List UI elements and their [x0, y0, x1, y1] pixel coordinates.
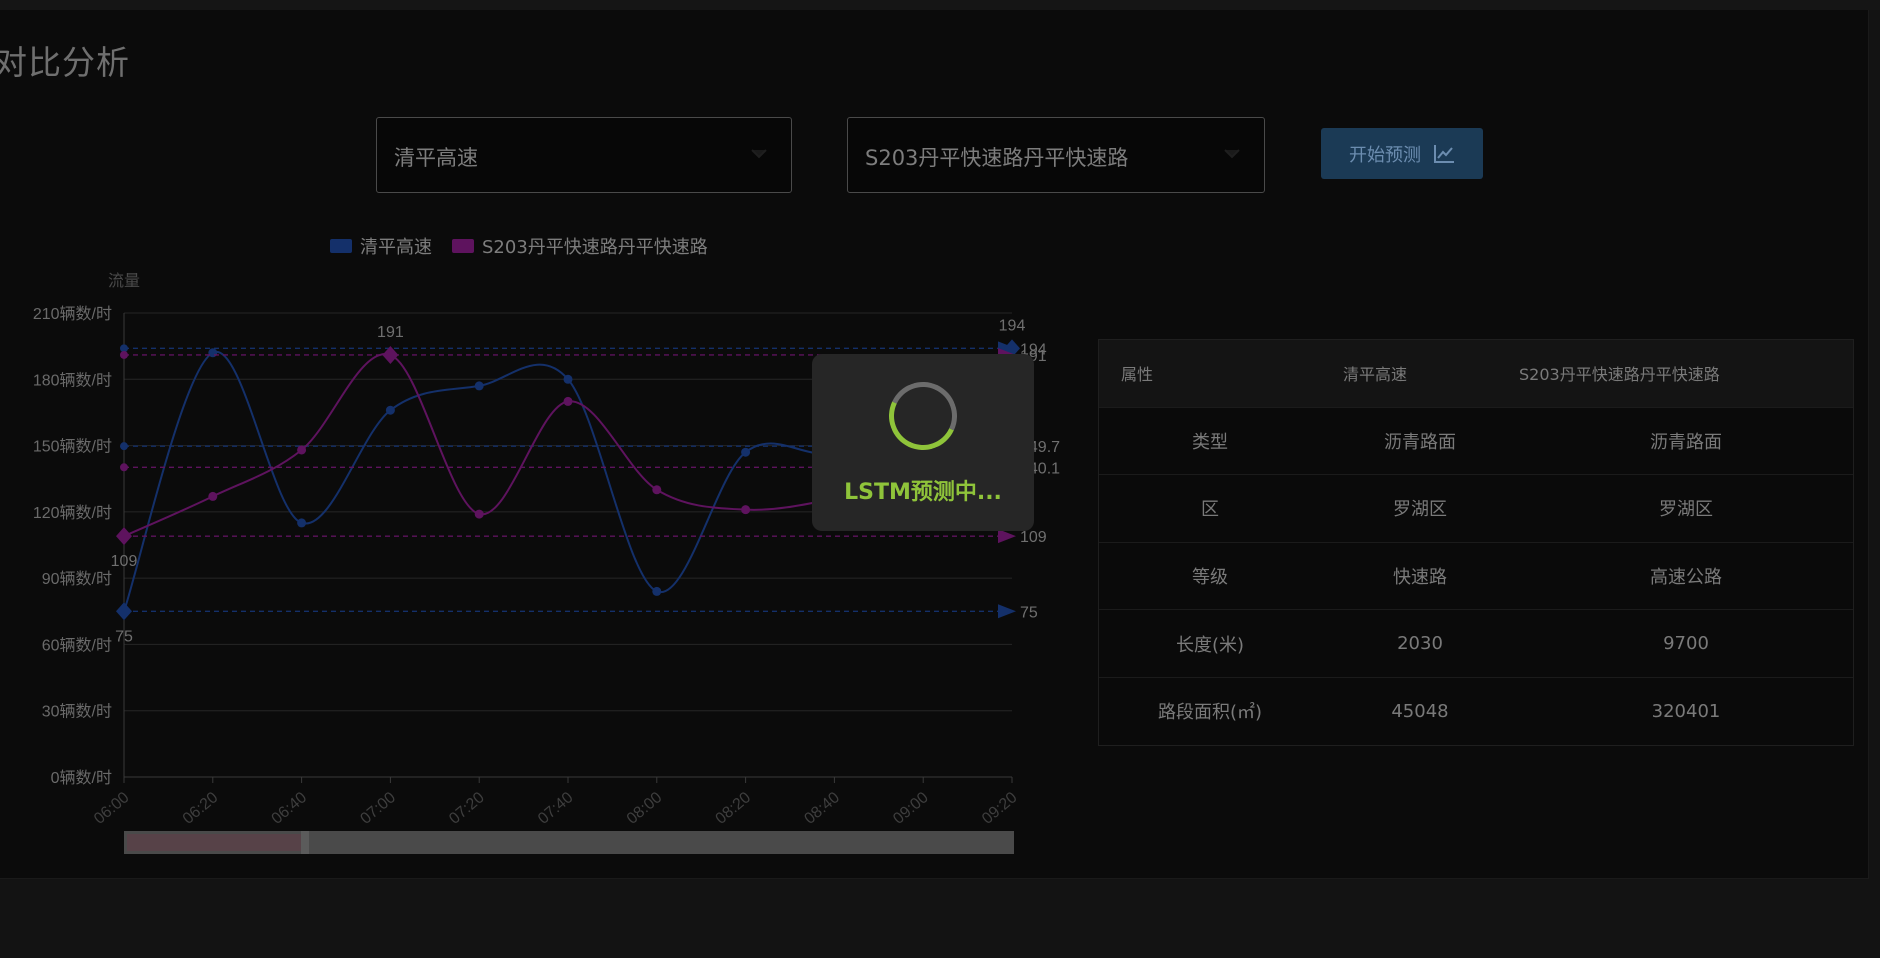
- markline-min-label: 75: [1020, 604, 1038, 621]
- x-tick-label: 09:00: [890, 789, 932, 828]
- mark-point-min-label: 109: [111, 553, 138, 570]
- data-zoom-slider[interactable]: [124, 831, 1014, 854]
- road-b-select-value: S203丹平快速路丹平快速路: [865, 146, 1129, 170]
- table-header-cell: 清平高速: [1343, 365, 1408, 385]
- data-point: [474, 381, 484, 391]
- markline-max-start: [120, 350, 128, 359]
- legend-item-road-a[interactable]: 清平高速: [330, 233, 432, 259]
- data-point: [741, 505, 751, 515]
- table-cell: 长度(米): [1175, 634, 1245, 656]
- table-row: 区 罗湖区 罗湖区: [1099, 474, 1853, 542]
- y-tick-label: 90辆数/时: [42, 570, 112, 588]
- line-chart-icon: [1434, 144, 1454, 163]
- road-a-select[interactable]: 清平高速: [376, 117, 792, 193]
- traffic-line-chart: 流量 0辆数/时 30辆数/时 60辆数/时 90辆数/时 120辆数/时 150辆数/时 1…: [33, 272, 1060, 828]
- table-header-row: 属性 清平高速 S203丹平快速路丹平快速路: [1099, 340, 1853, 407]
- road-a-select-value: 清平高速: [394, 146, 478, 170]
- x-tick-label: 07:00: [357, 789, 399, 828]
- data-point: [652, 485, 662, 495]
- data-point: [208, 348, 218, 358]
- y-tick-label: 150辆数/时: [33, 438, 112, 456]
- chevron-down-icon: [1224, 149, 1240, 159]
- y-axis-title: 流量: [108, 272, 140, 290]
- legend-swatch-road-a: [330, 239, 352, 253]
- page-title: 对比分析: [0, 43, 130, 82]
- chart-legend: 清平高速 S203丹平快速路丹平快速路: [330, 233, 708, 259]
- attributes-table: 属性 清平高速 S203丹平快速路丹平快速路 类型 沥青路面 沥青路面 区 罗湖…: [1098, 339, 1854, 746]
- data-point: [563, 374, 573, 384]
- x-tick-label: 06:00: [91, 789, 133, 828]
- data-point: [297, 445, 307, 455]
- x-tick-label: 06:40: [269, 789, 311, 828]
- legend-swatch-road-b: [452, 239, 474, 253]
- markline-avg-start: [120, 442, 128, 451]
- table-cell: 等级: [1192, 567, 1228, 589]
- markline-min-arrow: [998, 604, 1016, 619]
- markline-min-label: 109: [1020, 529, 1047, 546]
- data-point: [741, 447, 751, 457]
- mark-point-min: [116, 527, 132, 546]
- legend-label-road-b: S203丹平快速路丹平快速路: [482, 237, 708, 258]
- data-point: [297, 518, 307, 528]
- loading-text: LSTM预测中...: [844, 480, 1002, 505]
- road-b-select[interactable]: S203丹平快速路丹平快速路: [847, 117, 1265, 193]
- mark-point-max-label: 194: [999, 317, 1026, 334]
- mark-point-min-label: 75: [115, 628, 133, 645]
- table-cell: 区: [1201, 499, 1219, 521]
- legend-item-road-b[interactable]: S203丹平快速路丹平快速路: [452, 233, 708, 259]
- x-tick-label: 09:20: [979, 789, 1021, 828]
- y-tick-label: 60辆数/时: [42, 636, 112, 654]
- data-zoom-handle[interactable]: [301, 831, 309, 854]
- table-cell: 罗湖区: [1659, 499, 1713, 521]
- mark-point-min: [116, 602, 132, 621]
- data-point: [385, 405, 395, 415]
- table-cell: 沥青路面: [1384, 431, 1456, 453]
- table-cell: 路段面积(㎡): [1157, 702, 1263, 724]
- data-zoom-selection: [127, 834, 303, 851]
- data-point: [474, 509, 484, 519]
- table-cell: 9700: [1663, 633, 1709, 655]
- table-row: 类型 沥青路面 沥青路面: [1099, 406, 1853, 475]
- x-tick-label: 07:40: [535, 789, 577, 828]
- y-tick-label: 180辆数/时: [33, 371, 112, 389]
- table-cell: 罗湖区: [1393, 499, 1447, 521]
- loading-spinner-icon: [879, 372, 967, 460]
- table-cell: 快速路: [1393, 567, 1447, 589]
- top-strip: [0, 0, 1880, 10]
- y-tick-label: 210辆数/时: [33, 305, 112, 323]
- x-tick-label: 08:00: [624, 789, 666, 828]
- table-cell: 高速公路: [1650, 567, 1722, 589]
- y-tick-label: 0辆数/时: [51, 769, 112, 787]
- table-header-cell: S203丹平快速路丹平快速路: [1519, 365, 1720, 385]
- data-point: [652, 586, 662, 596]
- x-tick-label: 08:20: [713, 789, 755, 828]
- markline-avg-start: [120, 463, 128, 472]
- data-point: [208, 491, 218, 501]
- markline-min-arrow: [998, 529, 1016, 544]
- table-row: 路段面积(㎡) 45048 320401: [1099, 676, 1853, 745]
- table-header-cell: 属性: [1121, 365, 1154, 385]
- y-tick-label: 30辆数/时: [42, 703, 112, 721]
- chevron-down-icon: [751, 149, 767, 159]
- table-row: 长度(米) 2030 9700: [1099, 609, 1853, 677]
- table-row: 等级 快速路 高速公路: [1099, 541, 1853, 610]
- table-cell: 45048: [1391, 700, 1449, 722]
- table-cell: 沥青路面: [1650, 431, 1722, 453]
- table-cell: 2030: [1397, 633, 1443, 655]
- data-point: [563, 396, 573, 406]
- legend-label-road-a: 清平高速: [360, 237, 432, 258]
- table-cell: 320401: [1651, 700, 1721, 722]
- loading-overlay: LSTM预测中...: [812, 354, 1034, 531]
- start-predict-button[interactable]: 开始预测: [1321, 128, 1483, 179]
- x-tick-label: 08:40: [801, 789, 843, 828]
- y-tick-label: 120辆数/时: [33, 504, 112, 522]
- table-cell: 类型: [1192, 431, 1228, 453]
- x-tick-label: 07:20: [446, 789, 488, 828]
- mark-point-max-label: 191: [377, 324, 404, 341]
- start-predict-label: 开始预测: [1349, 144, 1421, 166]
- x-tick-label: 06:20: [180, 789, 222, 828]
